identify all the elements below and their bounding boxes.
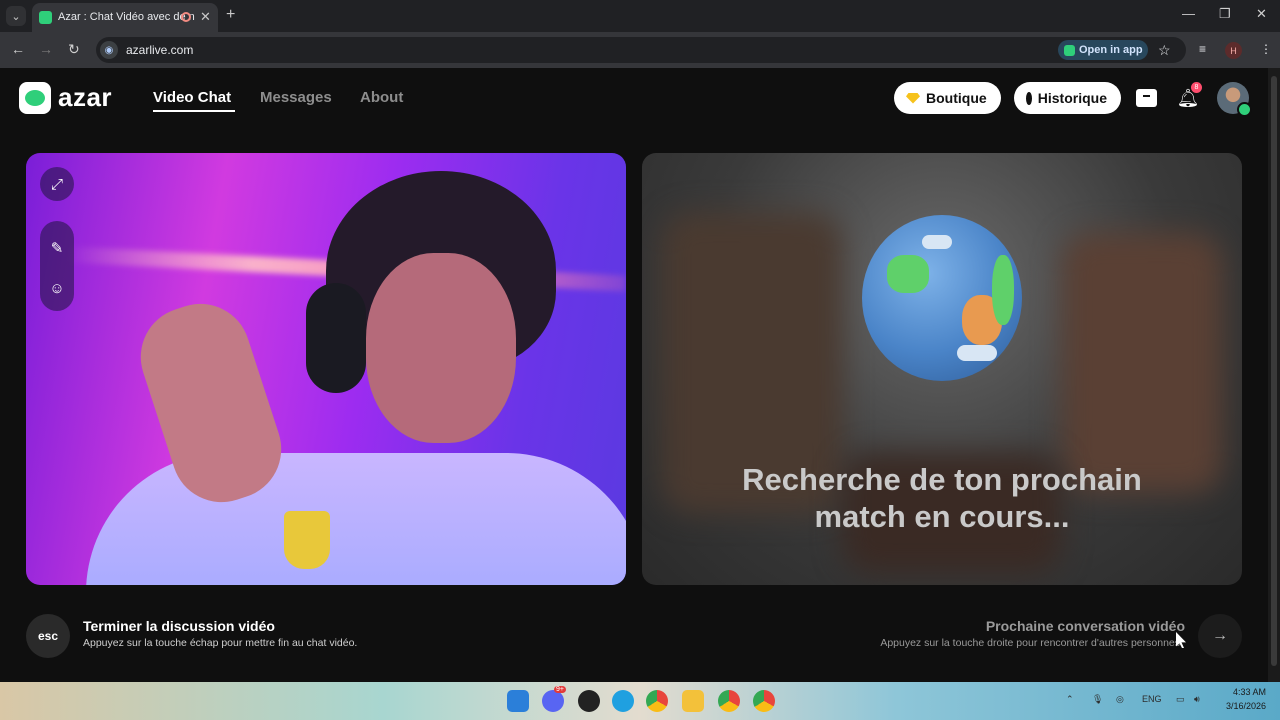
jersey-crest [284, 511, 330, 569]
globe-icon [862, 215, 1022, 381]
open-in-app-button[interactable]: Open in app [1058, 40, 1148, 60]
notification-badge: 8 [1191, 82, 1202, 93]
minimize-icon[interactable]: — [1182, 6, 1195, 21]
windows-taskbar: 9+ ⌃ 🎙︎ ◎ ENG ▭ 🔊︎ 4:33 AM 3/16/2026 [0, 682, 1280, 720]
esc-end-chat-button[interactable]: esc [26, 614, 70, 658]
online-status-dot [1237, 102, 1252, 117]
next-chat-title: Prochaine conversation vidéo [985, 618, 1185, 634]
chrome-icon[interactable] [718, 690, 740, 712]
searching-line-2: match en cours... [814, 499, 1070, 534]
tab-search-button[interactable]: ⌄ [6, 6, 26, 26]
person-shirt [86, 453, 626, 585]
searching-status-text: Recherche de ton prochain match en cours… [642, 461, 1242, 535]
browser-tab-bar: ⌄ Azar : Chat Vidéo avec de n ✕ + — ❐ ✕ [0, 0, 1280, 32]
searching-line-1: Recherche de ton prochain [742, 462, 1142, 497]
local-camera-video: ⤢ ✎ ☺ [26, 153, 626, 585]
discord-badge: 9+ [554, 686, 566, 693]
next-arrow-button[interactable]: → [1198, 614, 1242, 658]
discord-icon[interactable] [542, 690, 564, 712]
chrome-icon[interactable] [753, 690, 775, 712]
back-icon[interactable]: ← [11, 41, 25, 57]
boutique-label: Boutique [926, 90, 987, 106]
forward-icon[interactable]: → [39, 41, 53, 57]
address-bar[interactable]: ◉ azarlive.com Open in app ☆ [96, 37, 1186, 63]
edge-icon[interactable] [612, 690, 634, 712]
bookmark-star-icon[interactable]: ☆ [1158, 42, 1171, 59]
maximize-icon[interactable]: ❐ [1219, 6, 1231, 22]
taskbar-time[interactable]: 4:33 AM [1226, 687, 1266, 697]
azar-logo-icon[interactable] [19, 82, 51, 114]
nav-video-chat[interactable]: Video Chat [153, 89, 231, 106]
obs-icon[interactable] [578, 690, 600, 712]
azar-page: azar Video Chat Messages About Boutique … [0, 68, 1280, 682]
new-tab-button[interactable]: + [226, 6, 235, 24]
tray-overflow-icon[interactable]: ⌃ [1066, 694, 1074, 705]
tab-close-icon[interactable]: ✕ [200, 9, 211, 25]
site-info-icon[interactable]: ◉ [100, 41, 118, 59]
microphone-icon[interactable]: 🎙︎ [1092, 694, 1103, 705]
window-close-icon[interactable]: ✕ [1256, 6, 1267, 22]
diamond-icon [906, 92, 920, 104]
start-menu-icon[interactable] [507, 690, 529, 712]
nav-active-indicator [153, 110, 235, 112]
remote-video-searching: Recherche de ton prochain match en cours… [642, 153, 1242, 585]
next-chat-subtitle: Appuyez sur la touche droite pour rencon… [880, 637, 1180, 649]
end-chat-title: Terminer la discussion vidéo [83, 618, 275, 634]
inbox-icon[interactable] [1136, 89, 1157, 107]
nav-messages[interactable]: Messages [260, 89, 332, 106]
recording-indicator-icon [181, 12, 191, 22]
chrome-icon[interactable] [646, 690, 668, 712]
profile-avatar-button[interactable]: H [1225, 42, 1242, 59]
wifi-icon[interactable]: ▭ [1176, 694, 1185, 705]
historique-label: Historique [1037, 90, 1107, 106]
person-face [366, 253, 516, 443]
expand-video-icon[interactable]: ⤢ [40, 167, 74, 201]
browser-menu-icon[interactable]: ⋮ [1260, 42, 1272, 56]
url-text: azarlive.com [126, 43, 194, 57]
end-chat-subtitle: Appuyez sur la touche échap pour mettre … [83, 637, 358, 649]
azar-app-icon [1064, 44, 1075, 56]
network-icon[interactable]: ◎ [1116, 694, 1124, 705]
clock-icon [1026, 91, 1034, 105]
blurred-background-shape [1062, 233, 1222, 493]
tab-title: Azar : Chat Vidéo avec de n [58, 11, 195, 23]
azar-logo-text[interactable]: azar [58, 82, 112, 113]
file-explorer-icon[interactable] [682, 690, 704, 712]
volume-icon[interactable]: 🔊︎ [1194, 694, 1200, 705]
reload-icon[interactable]: ↻ [68, 41, 80, 58]
page-scrollbar[interactable] [1268, 68, 1280, 682]
headphones [306, 283, 366, 393]
nav-about[interactable]: About [360, 89, 403, 106]
azar-favicon-icon [39, 11, 52, 24]
media-controls-icon[interactable]: ≡ [1199, 42, 1206, 56]
browser-tab[interactable]: Azar : Chat Vidéo avec de n ✕ [32, 3, 218, 32]
magic-wand-icon[interactable]: ✎ [40, 231, 74, 265]
historique-button[interactable]: Historique [1014, 82, 1121, 114]
language-indicator[interactable]: ENG [1142, 694, 1162, 704]
taskbar-date[interactable]: 3/16/2026 [1218, 701, 1266, 711]
sticker-face-icon[interactable]: ☺ [40, 271, 74, 305]
open-in-app-label: Open in app [1079, 44, 1143, 56]
boutique-button[interactable]: Boutique [894, 82, 1001, 114]
browser-toolbar: ← → ↻ ◉ azarlive.com Open in app ☆ ≡ H ⋮ [0, 32, 1280, 68]
